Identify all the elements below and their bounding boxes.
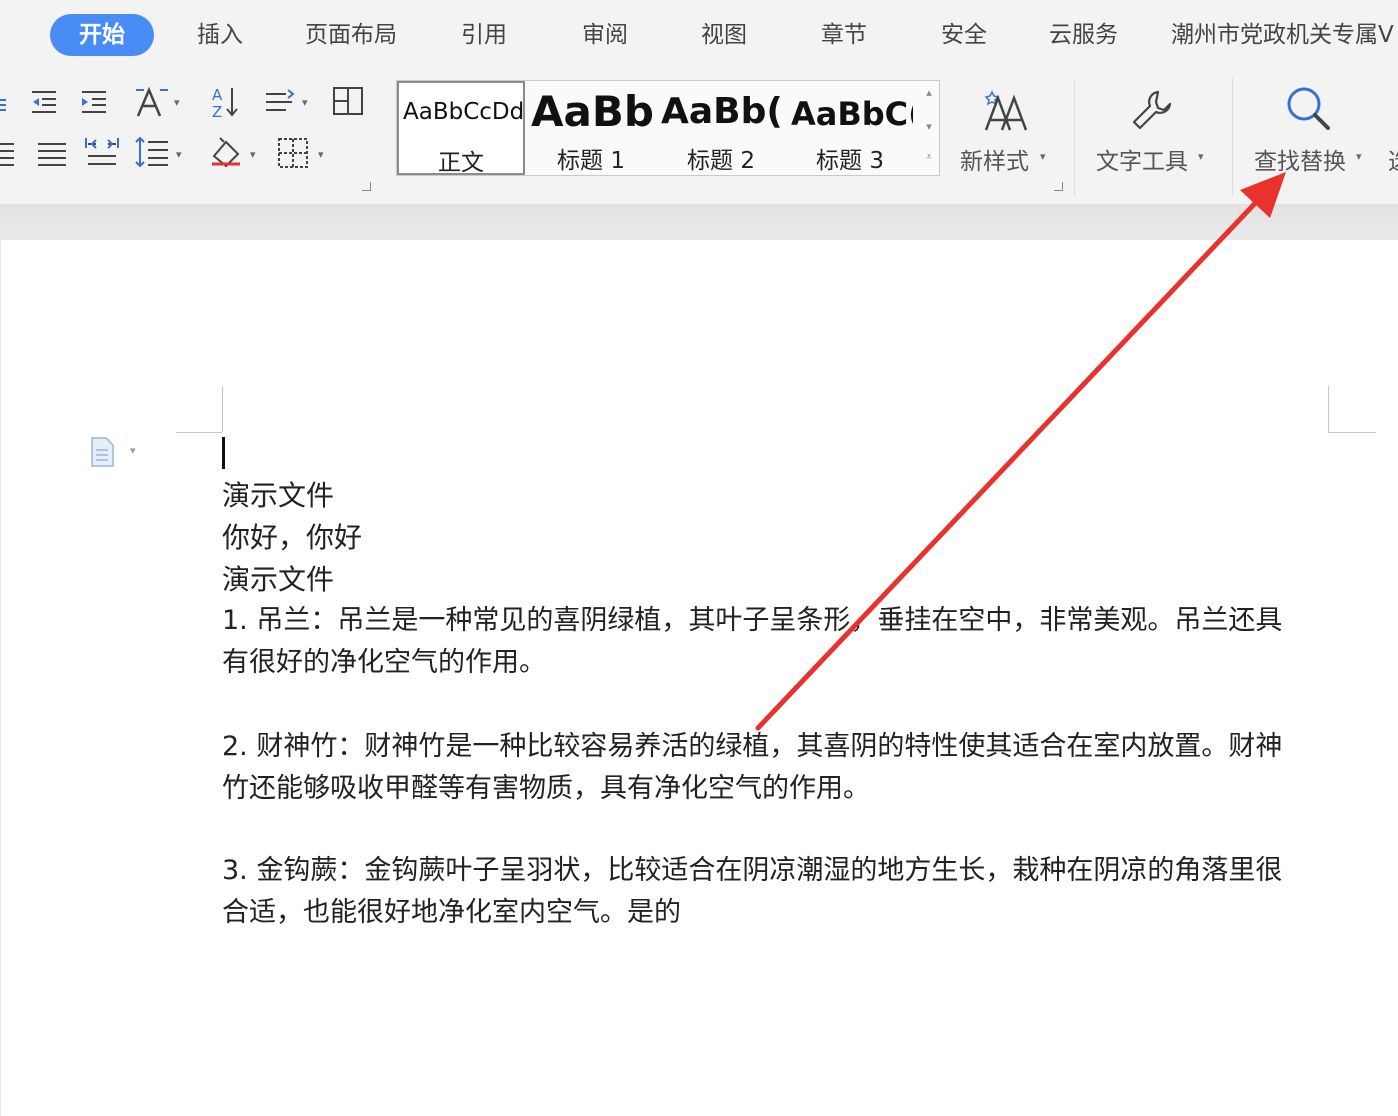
tab-view[interactable]: 视图: [701, 14, 747, 56]
find-replace-dropdown-icon[interactable]: ▾: [1356, 150, 1362, 163]
tab-home[interactable]: 开始: [50, 14, 154, 56]
style-heading-1[interactable]: AaBb 标题 1: [527, 81, 655, 175]
text-cursor: [222, 437, 225, 469]
document-handle-icon[interactable]: [88, 436, 118, 468]
page-corner-top-left-v: [222, 386, 223, 432]
style-heading-1-label: 标题 1: [557, 148, 625, 174]
increase-indent-icon[interactable]: [78, 88, 110, 116]
line-spacing-icon[interactable]: [134, 136, 170, 168]
text-direction-icon[interactable]: [132, 84, 172, 120]
style-normal-sample: AaBbCcDd: [403, 99, 525, 125]
style-heading-1-sample: AaBb: [531, 87, 654, 136]
document-handle-dropdown-icon[interactable]: ▾: [130, 444, 136, 457]
page-corner-top-right-h: [1328, 432, 1376, 433]
document-page[interactable]: [0, 240, 1398, 1116]
search-icon[interactable]: [1284, 84, 1334, 134]
borders-icon[interactable]: [276, 136, 310, 170]
gallery-scroll-down-icon[interactable]: ▾: [922, 120, 936, 133]
svg-text:Z: Z: [212, 103, 222, 120]
doc-line[interactable]: 竹还能够吸收甲醛等有害物质，具有净化空气的作用。: [222, 766, 870, 805]
paragraph-launcher-icon[interactable]: [362, 182, 371, 191]
tab-security[interactable]: 安全: [941, 14, 987, 56]
doc-line[interactable]: 演示文件: [222, 474, 334, 514]
style-gallery: AaBbCcDd 正文 AaBb 标题 1 AaBb( 标题 2 AaBbC( …: [396, 80, 940, 176]
doc-line[interactable]: 合适，也能很好地净化室内空气。是的: [222, 890, 681, 929]
page-corner-top-right-v: [1328, 386, 1329, 432]
select-label-partial[interactable]: 选: [1388, 142, 1398, 176]
style-heading-3-sample: AaBbC(: [791, 95, 913, 133]
table-border-icon[interactable]: [330, 84, 366, 118]
decrease-indent-icon[interactable]: [28, 88, 60, 116]
partial-icon-left: [0, 96, 8, 114]
ribbon-tab-bar: 开始 插入 页面布局 引用 审阅 视图 章节 安全 云服务 潮州市党政机关专属V: [0, 0, 1398, 72]
text-tools-dropdown-icon[interactable]: ▾: [1198, 150, 1204, 163]
wrench-icon[interactable]: [1128, 86, 1176, 134]
page-corner-top-left-h: [176, 432, 222, 433]
line-spacing-swap-icon[interactable]: [262, 88, 296, 116]
justify-partial-icon[interactable]: [0, 140, 16, 168]
text-tools-label[interactable]: 文字工具: [1096, 142, 1188, 176]
sort-icon[interactable]: AZ: [208, 84, 240, 120]
tab-org-exclusive[interactable]: 潮州市党政机关专属V: [1171, 14, 1394, 56]
ribbon-bottom-shadow: [0, 204, 1398, 240]
doc-line[interactable]: 3. 金钩蕨：金钩蕨叶子呈羽状，比较适合在阴凉潮湿的地方生长，栽种在阴凉的角落里…: [222, 848, 1282, 887]
doc-line[interactable]: 你好，你好: [222, 516, 362, 556]
doc-line[interactable]: 2. 财神竹：财神竹是一种比较容易养活的绿植，其喜阴的特性使其适合在室内放置。财…: [222, 724, 1282, 763]
doc-line[interactable]: 有很好的净化空气的作用。: [222, 640, 546, 679]
tab-page-layout[interactable]: 页面布局: [305, 14, 397, 56]
styles-launcher-icon[interactable]: [1054, 182, 1063, 191]
ribbon-separator: [1074, 78, 1075, 196]
svg-text:A: A: [212, 86, 223, 104]
distribute-icon[interactable]: [84, 136, 120, 168]
style-heading-2[interactable]: AaBb( 标题 2: [657, 81, 785, 175]
new-style-icon[interactable]: [982, 84, 1032, 134]
ribbon-separator-2: [1232, 78, 1233, 196]
style-normal-label: 正文: [438, 150, 484, 175]
tab-insert[interactable]: 插入: [197, 14, 243, 56]
new-style-label[interactable]: 新样式: [960, 142, 1029, 176]
find-replace-label[interactable]: 查找替换: [1254, 142, 1346, 176]
tab-references[interactable]: 引用: [461, 14, 507, 56]
tab-cloud-service[interactable]: 云服务: [1049, 14, 1118, 56]
gallery-scroll-up-icon[interactable]: ▴: [922, 86, 936, 99]
style-heading-3-label: 标题 3: [816, 148, 884, 174]
style-heading-2-label: 标题 2: [687, 148, 755, 174]
tab-chapter[interactable]: 章节: [821, 14, 867, 56]
swap-dropdown-icon[interactable]: ▾: [302, 96, 308, 109]
text-direction-dropdown-icon[interactable]: ▾: [174, 96, 180, 109]
doc-line[interactable]: 1. 吊兰：吊兰是一种常见的喜阴绿植，其叶子呈条形，垂挂在空中，非常美观。吊兰还…: [222, 598, 1282, 637]
gallery-expand-icon[interactable]: ⩡: [922, 150, 936, 164]
style-normal[interactable]: AaBbCcDd 正文: [397, 81, 525, 175]
new-style-dropdown-icon[interactable]: ▾: [1040, 150, 1046, 163]
line-spacing-dropdown-icon[interactable]: ▾: [176, 148, 182, 161]
style-heading-3[interactable]: AaBbC( 标题 3: [787, 81, 913, 175]
align-justify-icon[interactable]: [36, 140, 68, 168]
doc-line[interactable]: 演示文件: [222, 558, 334, 598]
shading-dropdown-icon[interactable]: ▾: [250, 148, 256, 161]
tab-review[interactable]: 审阅: [582, 14, 628, 56]
style-heading-2-sample: AaBb(: [661, 91, 783, 132]
shading-icon[interactable]: [206, 134, 246, 172]
borders-dropdown-icon[interactable]: ▾: [318, 148, 324, 161]
